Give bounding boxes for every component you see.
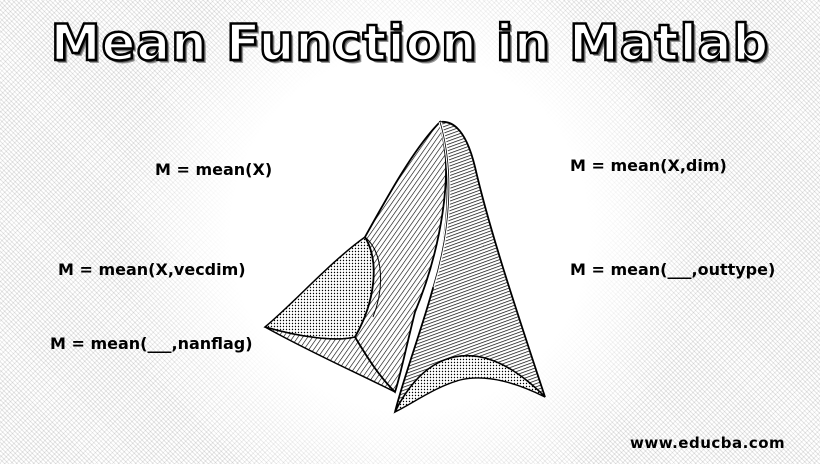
syntax-mean-vecdim: M = mean(X,vecdim) xyxy=(58,260,246,279)
syntax-mean-nanflag: M = mean(___,nanflag) xyxy=(50,334,253,353)
syntax-mean-outtype: M = mean(___,outtype) xyxy=(570,260,776,279)
page-title: Mean Function in Matlab xyxy=(49,13,770,74)
watermark-url: www.educba.com xyxy=(630,434,786,452)
matlab-membrane-icon xyxy=(263,120,546,414)
syntax-mean-dim: M = mean(X,dim) xyxy=(570,156,727,175)
